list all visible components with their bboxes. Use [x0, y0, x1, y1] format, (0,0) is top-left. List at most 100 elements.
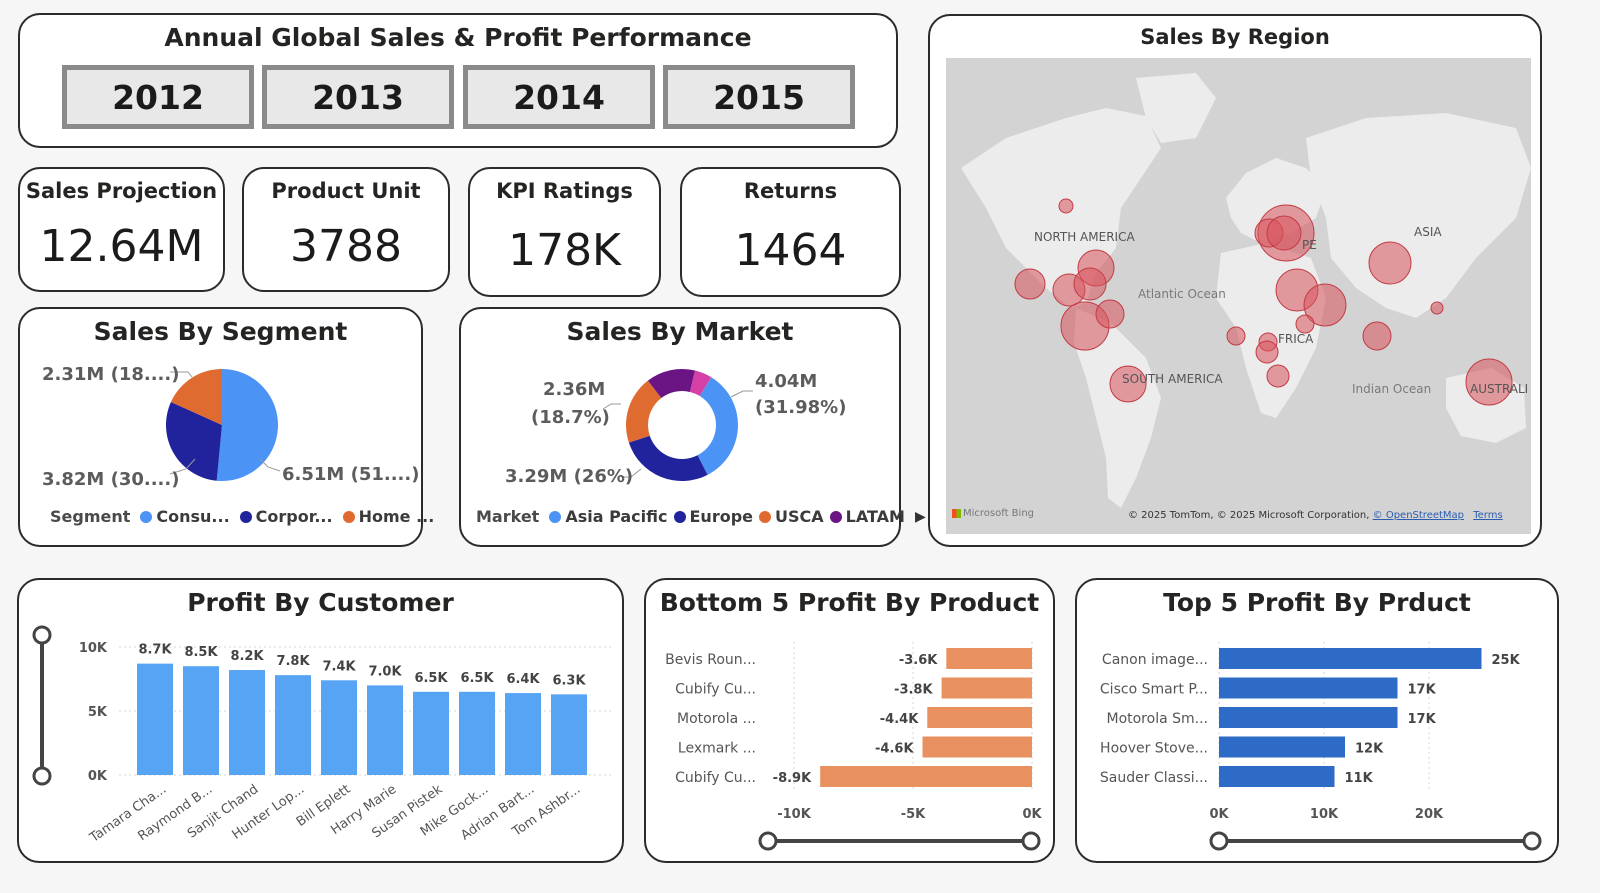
legend-label: USCA: [775, 507, 824, 526]
legend-item-consumer[interactable]: Consu...: [140, 507, 230, 526]
map-attribution: © 2025 TomTom, © 2025 Microsoft Corporat…: [1128, 510, 1503, 521]
top5-profit-chart[interactable]: 0K 10K 20K 25K Canon image... 17K Cisco Smart …: [1077, 580, 1561, 865]
map-bubble[interactable]: [1266, 364, 1290, 388]
bar[interactable]: [229, 670, 265, 775]
kpi-value: 178K: [508, 225, 621, 276]
data-label: 6.5K: [460, 671, 494, 686]
map-label-europe: PE: [1302, 238, 1317, 252]
bing-logo: Microsoft Bing: [952, 508, 1034, 519]
y-tick-label: Cubify Cu...: [675, 682, 756, 698]
legend-item-latam[interactable]: LATAM: [829, 507, 905, 526]
map-bubble[interactable]: [1368, 241, 1412, 285]
range-slider-handle-right[interactable]: [1021, 831, 1041, 851]
attribution-text: © 2025 TomTom, © 2025 Microsoft Corporat…: [1128, 510, 1370, 521]
header-card: Annual Global Sales & Profit Performance…: [18, 13, 898, 148]
terms-link[interactable]: Terms: [1473, 510, 1502, 521]
map-bubble[interactable]: [1430, 301, 1444, 315]
bar[interactable]: [1219, 707, 1398, 728]
bar[interactable]: [946, 648, 1032, 669]
bar[interactable]: [367, 685, 403, 775]
range-slider-handle-top[interactable]: [32, 625, 52, 645]
bar[interactable]: [1219, 677, 1398, 699]
bar[interactable]: [551, 694, 587, 775]
market-legend: Market Asia Pacific Europe USCA LATAM ▶: [476, 507, 926, 526]
data-label: 17K: [1408, 712, 1437, 727]
x-tick-label: 20K: [1415, 807, 1444, 822]
map-bubble[interactable]: [1095, 299, 1125, 329]
legend-item-asia-pacific[interactable]: Asia Pacific: [549, 507, 668, 526]
kpi-label: Sales Projection: [25, 179, 218, 203]
legend-item-home[interactable]: Home ...: [342, 507, 434, 526]
y-tick-label: Motorola Sm...: [1106, 711, 1208, 727]
year-slicer-2015[interactable]: 2015: [663, 65, 855, 129]
profit-by-customer-chart[interactable]: 10K5K0K8.7KTamara Cha...8.5KRaymond B...…: [19, 580, 626, 865]
bar[interactable]: [321, 680, 357, 775]
legend-dot: [673, 510, 686, 523]
market-label-europe: 3.29M (26%): [505, 466, 634, 487]
bar[interactable]: [820, 766, 1032, 787]
map-bubble[interactable]: [1058, 198, 1074, 214]
y-tick-label: 5K: [88, 705, 108, 720]
legend-item-corporate[interactable]: Corpor...: [239, 507, 333, 526]
market-label-asia-value: 4.04M: [755, 371, 818, 392]
kpi-card-kpi-ratings: KPI Ratings 178K: [468, 167, 661, 297]
legend-next-arrow-icon[interactable]: ▶: [915, 509, 926, 525]
world-map[interactable]: NORTH AMERICA Atlantic Ocean ASIA PE FRI…: [946, 58, 1531, 534]
kpi-card-sales-projection: Sales Projection 12.64M: [18, 167, 225, 292]
bar[interactable]: [922, 736, 1032, 758]
data-label: -3.8K: [894, 683, 933, 698]
range-slider-handle-right[interactable]: [1522, 831, 1542, 851]
map-bubble[interactable]: [1295, 314, 1315, 334]
data-label: 8.2K: [230, 649, 264, 664]
profit-by-customer-card: Profit By Customer 10K 5K 0K 8.7K Tamara Cha…: [17, 578, 624, 863]
data-label: -3.6K: [899, 653, 938, 668]
legend-title: Segment: [50, 507, 131, 526]
map-bubble[interactable]: [1255, 340, 1279, 364]
year-slicer-2013[interactable]: 2013: [262, 65, 454, 129]
bar[interactable]: [275, 675, 311, 775]
bar[interactable]: [137, 663, 173, 775]
kpi-label: KPI Ratings: [496, 179, 633, 203]
map-bubble[interactable]: [1266, 215, 1302, 251]
map-label-asia: ASIA: [1414, 225, 1442, 239]
legend-dot: [829, 510, 842, 523]
bar[interactable]: [1219, 766, 1335, 787]
range-slider-handle-left[interactable]: [1209, 831, 1229, 851]
year-slicer-2012[interactable]: 2012: [62, 65, 254, 129]
x-tick-label: -10K: [777, 807, 811, 822]
y-tick-label: Bevis Roun...: [665, 652, 756, 668]
legend-item-europe[interactable]: Europe: [673, 507, 753, 526]
legend-dot: [549, 510, 562, 523]
year-slicer-2014[interactable]: 2014: [463, 65, 655, 129]
data-label: 7.0K: [368, 664, 402, 679]
bing-icon: [952, 508, 961, 518]
x-tick-label: 10K: [1310, 807, 1339, 822]
bar[interactable]: [459, 691, 495, 775]
legend-label: Corpor...: [255, 507, 333, 526]
bar[interactable]: [1219, 736, 1345, 758]
map-bubble[interactable]: [1362, 321, 1392, 351]
range-slider-handle-bottom[interactable]: [32, 766, 52, 786]
y-tick-label: Canon image...: [1102, 652, 1208, 668]
legend-item-usca[interactable]: USCA: [759, 507, 824, 526]
map-label-south-america: SOUTH AMERICA: [1122, 372, 1223, 386]
range-slider-handle-left[interactable]: [758, 831, 778, 851]
bar[interactable]: [505, 693, 541, 775]
data-label: -8.9K: [773, 771, 812, 786]
bar[interactable]: [927, 707, 1032, 728]
map-bubble[interactable]: [1014, 268, 1046, 300]
map-bubble[interactable]: [1073, 267, 1107, 301]
bar[interactable]: [1219, 648, 1482, 669]
donut-slice[interactable]: [628, 435, 708, 481]
legend-dot: [239, 510, 252, 523]
bar[interactable]: [941, 677, 1032, 699]
map-bubble[interactable]: [1226, 326, 1246, 346]
donut-slice[interactable]: [697, 377, 738, 475]
bottom5-profit-chart[interactable]: -10K -5K 0K -3.6K Bevis Roun... -3.8K Cubify C…: [646, 580, 1057, 865]
bar[interactable]: [183, 666, 219, 775]
pie-slice[interactable]: [216, 369, 278, 481]
map-label-indian-ocean: Indian Ocean: [1352, 382, 1432, 396]
osm-link[interactable]: © OpenStreetMap: [1373, 510, 1464, 521]
bar[interactable]: [413, 691, 449, 775]
bottom5-card: Bottom 5 Profit By Product -10K -5K 0K -3.6…: [644, 578, 1055, 863]
